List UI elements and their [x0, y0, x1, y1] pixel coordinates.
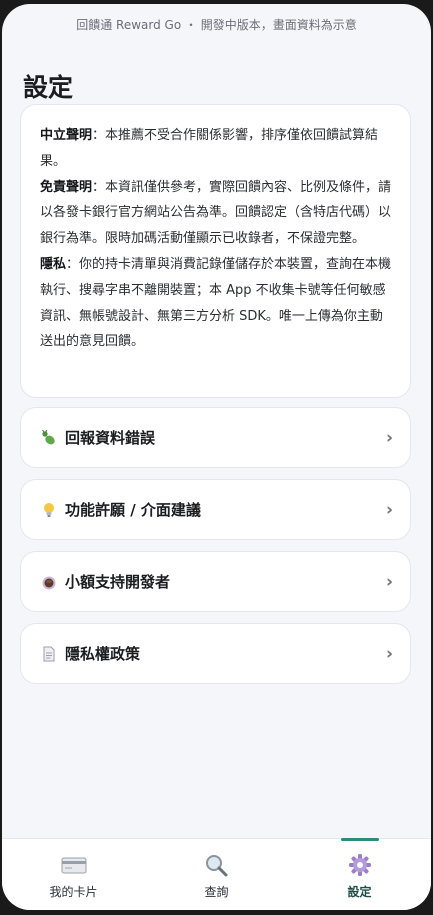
tab-my-cards-label: 我的卡片: [49, 885, 98, 899]
report-data-error-label: 回報資料錯誤: [65, 429, 156, 447]
tab-search-label: 查詢: [204, 885, 229, 899]
chevron-right-icon: ›: [385, 427, 393, 448]
page-title: 設定: [23, 73, 74, 102]
credit-card-icon: [61, 853, 87, 877]
chevron-right-icon: ›: [385, 499, 393, 520]
neutral-statement: 中立聲明：本推薦不受合作關係影響，排序僅依回饋試算結果。: [40, 123, 392, 175]
lightbulb-icon: [40, 501, 58, 519]
dev-version-banner: 回饋通 Reward Go ・ 開發中版本，畫面資料為示意: [2, 4, 431, 44]
feature-request-button[interactable]: 功能許願 / 介面建議 ›: [20, 479, 411, 540]
privacy-statement: 隱私：你的持卡清單與消費記錄僅儲存於本裝置，查詢在本機執行、搜尋字串不離開裝置；…: [40, 252, 392, 355]
privacy-policy-label: 隱私權政策: [65, 645, 141, 663]
chevron-right-icon: ›: [385, 643, 393, 664]
privacy-policy-button[interactable]: 隱私權政策 ›: [20, 623, 411, 684]
coffee-icon: [40, 573, 58, 591]
search-icon: [204, 853, 230, 877]
neutral-statement-heading: 中立聲明: [40, 128, 93, 143]
tab-search[interactable]: 查詢: [145, 839, 288, 910]
dev-version-text: 回饋通 Reward Go ・ 開發中版本，畫面資料為示意: [76, 17, 357, 32]
disclaimer-text: ：本資訊僅供參考，實際回饋內容、比例及條件，請以各發卡銀行官方網站公告為準。回饋…: [40, 179, 392, 247]
phone-screen: 回饋通 Reward Go ・ 開發中版本，畫面資料為示意 設定 中立聲明：本推…: [2, 4, 431, 910]
privacy-text: ：你的持卡清單與消費記錄僅儲存於本裝置，查詢在本機執行、搜尋字串不離開裝置；本 …: [40, 256, 392, 350]
disclaimer-heading: 免責聲明: [40, 179, 93, 195]
tab-my-cards[interactable]: 我的卡片: [2, 839, 145, 910]
disclaimer-statement: 免責聲明：本資訊僅供參考，實際回饋內容、比例及條件，請以各發卡銀行官方網站公告為…: [40, 175, 392, 252]
tab-settings-label: 設定: [347, 885, 372, 899]
report-data-error-button[interactable]: 回報資料錯誤 ›: [20, 407, 411, 468]
feature-request-label: 功能許願 / 介面建議: [65, 501, 201, 519]
tab-settings[interactable]: 設定: [288, 839, 431, 910]
bottom-tab-bar: 我的卡片 查詢 設定: [2, 838, 431, 910]
privacy-heading: 隱私: [40, 256, 67, 272]
bug-icon: [40, 429, 58, 447]
notice-card: 中立聲明：本推薦不受合作關係影響，排序僅依回饋試算結果。 免責聲明：本資訊僅供參…: [20, 104, 411, 398]
gear-icon: [347, 853, 373, 877]
document-icon: [40, 645, 58, 663]
support-developer-button[interactable]: 小額支持開發者 ›: [20, 551, 411, 612]
chevron-right-icon: ›: [385, 571, 393, 592]
support-developer-label: 小額支持開發者: [65, 573, 171, 591]
